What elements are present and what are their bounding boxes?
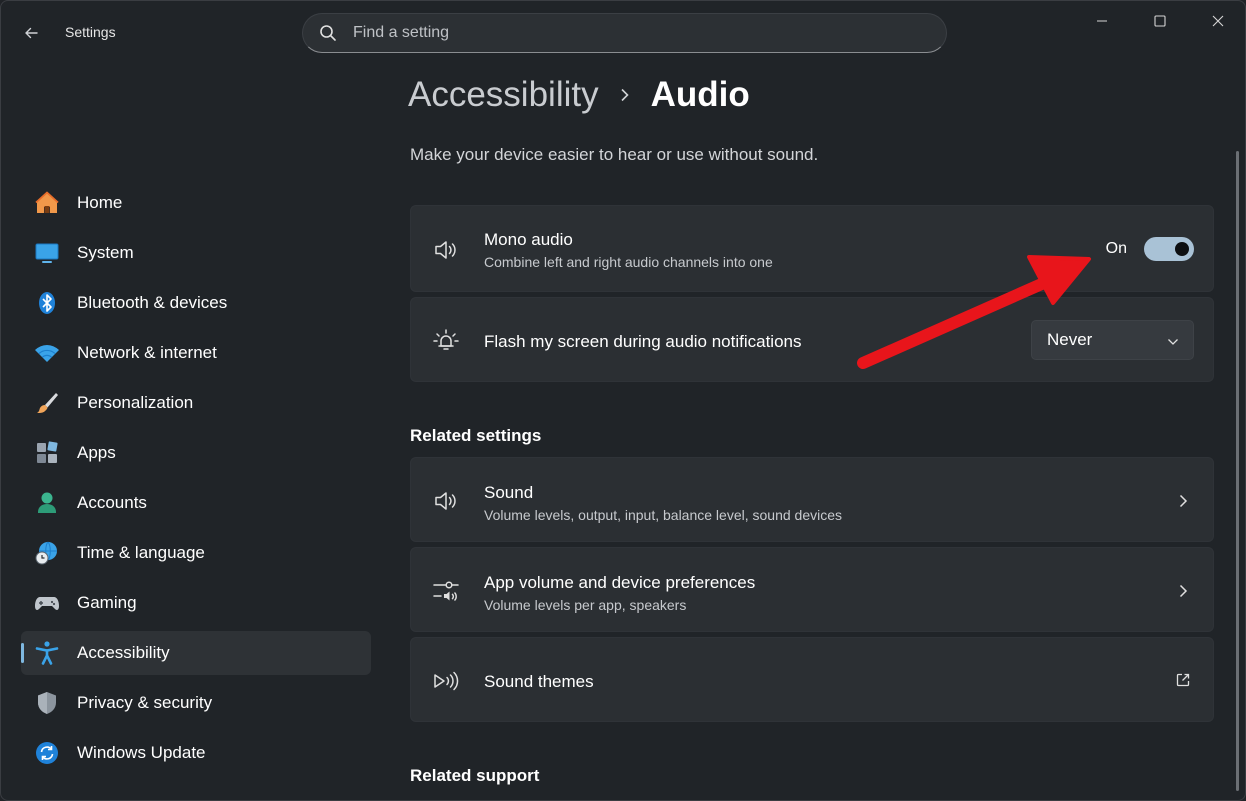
globe-clock-icon: [33, 539, 61, 567]
breadcrumb-chevron-icon: [619, 82, 631, 108]
toggle-knob: [1175, 242, 1189, 256]
mono-audio-title: Mono audio: [484, 230, 573, 249]
gamepad-icon: [33, 589, 61, 617]
speaker-icon: [431, 235, 461, 265]
sidebar-item-home[interactable]: Home: [21, 181, 371, 225]
minimize-icon: [1097, 20, 1107, 22]
related-settings-heading: Related settings: [410, 426, 542, 445]
app-title: Settings: [65, 24, 116, 40]
sidebar-item-label: Windows Update: [77, 743, 206, 762]
back-button[interactable]: [15, 19, 47, 47]
sidebar-item-time-language[interactable]: Time & language: [21, 531, 371, 575]
app-volume-title: App volume and device preferences: [484, 573, 756, 592]
brush-icon: [33, 389, 61, 417]
sidebar-item-label: Gaming: [77, 593, 137, 612]
sidebar-item-label: Accounts: [77, 493, 147, 512]
related-support-heading: Related support: [410, 766, 540, 785]
close-icon: [1212, 15, 1224, 27]
sidebar-item-label: Network & internet: [77, 343, 217, 362]
mono-audio-toggle[interactable]: [1144, 237, 1194, 261]
mono-audio-state-label: On: [1105, 240, 1127, 257]
mono-audio-card: Mono audio Combine left and right audio …: [410, 205, 1214, 292]
shield-icon: [33, 689, 61, 717]
update-icon: [33, 739, 61, 767]
sidebar-nav: Home System Bluetooth & devices Network …: [21, 181, 371, 781]
related-sound-themes-card[interactable]: Sound themes: [410, 637, 1214, 722]
flash-screen-dropdown[interactable]: Never: [1031, 320, 1194, 360]
sidebar-item-bluetooth[interactable]: Bluetooth & devices: [21, 281, 371, 325]
sound-title: Sound: [484, 483, 534, 502]
speaker-icon: [431, 486, 461, 516]
sidebar-item-windows-update[interactable]: Windows Update: [21, 731, 371, 775]
sidebar-item-system[interactable]: System: [21, 231, 371, 275]
breadcrumb-parent[interactable]: Accessibility: [408, 75, 599, 115]
system-icon: [33, 239, 61, 267]
sound-themes-title: Sound themes: [484, 672, 594, 691]
back-arrow-icon: [25, 27, 38, 39]
sidebar-item-apps[interactable]: Apps: [21, 431, 371, 475]
scrollbar[interactable]: [1236, 151, 1239, 791]
apps-icon: [33, 439, 61, 467]
chevron-right-icon: [1175, 583, 1191, 599]
sound-description: Volume levels, output, input, balance le…: [484, 507, 843, 523]
flash-screen-card: Flash my screen during audio notificatio…: [410, 297, 1214, 382]
sidebar-item-gaming[interactable]: Gaming: [21, 581, 371, 625]
mixer-icon: [431, 576, 461, 606]
wifi-icon: [33, 339, 61, 367]
related-sound-card[interactable]: Sound Volume levels, output, input, bala…: [410, 457, 1214, 542]
close-button[interactable]: [1189, 1, 1245, 41]
maximize-button[interactable]: [1131, 1, 1189, 41]
app-volume-description: Volume levels per app, speakers: [484, 597, 687, 613]
chevron-down-icon: [1168, 339, 1178, 345]
search-input[interactable]: [353, 24, 913, 42]
home-icon: [33, 189, 61, 217]
sidebar-item-label: Accessibility: [77, 643, 170, 662]
related-app-volume-card[interactable]: App volume and device preferences Volume…: [410, 547, 1214, 632]
open-external-icon: [1175, 672, 1191, 688]
settings-window: Settings Home System: [0, 0, 1246, 801]
sidebar-item-label: Bluetooth & devices: [77, 293, 228, 312]
minimize-button[interactable]: [1073, 1, 1131, 41]
sidebar-item-label: Home: [77, 193, 123, 212]
flash-screen-title: Flash my screen during audio notificatio…: [484, 332, 802, 351]
sidebar-item-label: Privacy & security: [77, 693, 213, 712]
accessibility-icon: [33, 639, 61, 667]
search-box[interactable]: [302, 13, 947, 53]
title-bar: Settings: [1, 1, 1245, 65]
sidebar-item-label: Time & language: [77, 543, 205, 562]
sound-themes-icon: [431, 666, 461, 696]
account-icon: [33, 489, 61, 517]
breadcrumb: Accessibility Audio: [408, 75, 750, 115]
sidebar-item-privacy[interactable]: Privacy & security: [21, 681, 371, 725]
sidebar-item-network[interactable]: Network & internet: [21, 331, 371, 375]
sidebar-item-accounts[interactable]: Accounts: [21, 481, 371, 525]
mono-audio-description: Combine left and right audio channels in…: [484, 254, 773, 270]
sidebar-item-personalization[interactable]: Personalization: [21, 381, 371, 425]
page-subtitle: Make your device easier to hear or use w…: [410, 145, 819, 164]
dropdown-selected-value: Never: [1047, 330, 1093, 349]
page-title: Audio: [650, 75, 750, 114]
sidebar-item-label: Apps: [77, 443, 116, 462]
sidebar-item-accessibility[interactable]: Accessibility: [21, 631, 371, 675]
chevron-right-icon: [1175, 493, 1191, 509]
sidebar-item-label: System: [77, 243, 134, 262]
bluetooth-icon: [33, 289, 61, 317]
flash-bell-icon: [431, 326, 461, 356]
sidebar-item-label: Personalization: [77, 393, 194, 412]
search-icon: [320, 25, 336, 41]
maximize-icon: [1154, 15, 1166, 27]
